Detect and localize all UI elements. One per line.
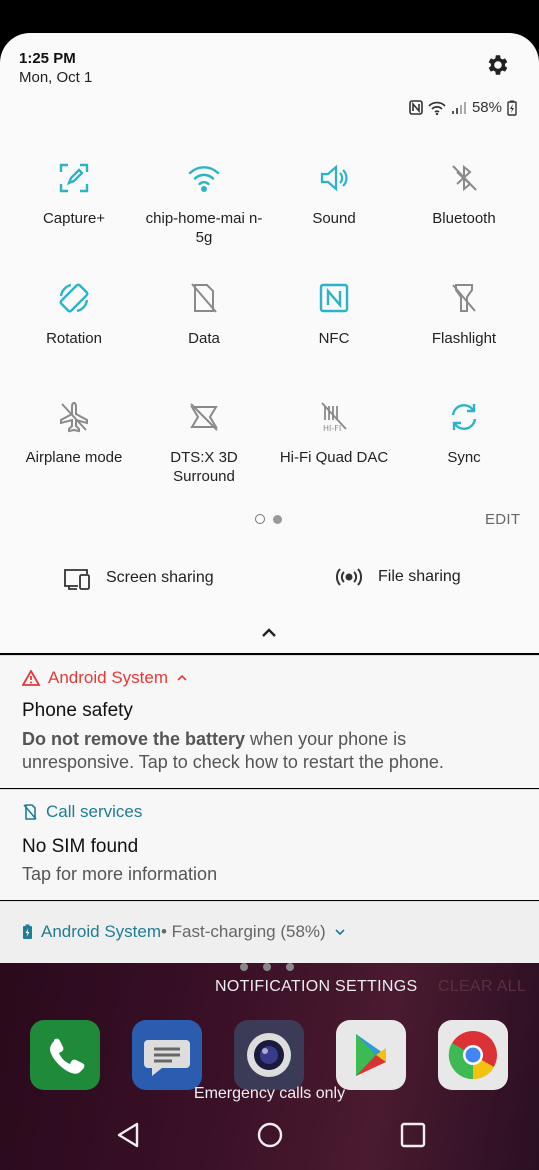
battery-charging-icon: [507, 100, 517, 116]
tile-airplane[interactable]: Airplane mode: [9, 400, 139, 467]
tile-sound[interactable]: Sound: [269, 161, 399, 228]
battery-charging-icon: [23, 924, 32, 939]
tile-bluetooth[interactable]: Bluetooth: [399, 161, 529, 228]
screen-sharing-icon: [64, 569, 90, 590]
no-sim-icon: [23, 804, 37, 820]
notification-body: Tap for more information: [22, 864, 218, 884]
tile-dtsx[interactable]: DTS:X 3D Surround: [139, 400, 269, 486]
notification-header: Android System • Fast-charging (58%): [22, 922, 346, 942]
emergency-calls-label: Emergency calls only: [193, 1085, 346, 1102]
camera-app-icon[interactable]: [234, 1020, 304, 1090]
notification-body: Do not remove the battery when your phon…: [22, 729, 444, 772]
nfc-status-icon: [409, 100, 423, 115]
clear-all-button[interactable]: CLEAR ALL: [438, 978, 526, 996]
phone-app-icon[interactable]: [30, 1020, 100, 1090]
messaging-app-icon[interactable]: [132, 1020, 202, 1090]
notification-title: No SIM found: [22, 836, 139, 857]
svg-text:HI-FI: HI-FI: [323, 424, 341, 433]
wifi-status-icon: [428, 101, 446, 115]
home-icon[interactable]: [256, 1121, 284, 1149]
dtsx-off-icon: [190, 403, 218, 431]
status-bar: 58%: [409, 99, 517, 116]
tile-hifi[interactable]: HI-FI Hi-Fi Quad DAC: [269, 400, 399, 467]
warning-icon: [22, 670, 40, 686]
file-sharing-icon: [336, 568, 362, 586]
file-sharing-button[interactable]: File sharing: [334, 566, 461, 588]
tile-rotation[interactable]: Rotation: [9, 281, 139, 348]
home-page-indicator: [240, 963, 294, 971]
nfc-icon: [319, 283, 349, 313]
edit-button[interactable]: EDIT: [485, 511, 520, 528]
notification-call-services[interactable]: Call services No SIM found Tap for more …: [0, 789, 539, 900]
hifi-off-icon: HI-FI: [321, 402, 347, 433]
signal-icon: [451, 101, 466, 114]
tile-flashlight[interactable]: Flashlight: [399, 281, 529, 348]
data-off-icon: [191, 283, 217, 313]
notification-header: Call services: [22, 802, 142, 822]
page-dot[interactable]: [273, 514, 282, 524]
notification-fast-charging[interactable]: Android System • Fast-charging (58%): [0, 901, 539, 963]
flashlight-off-icon: [452, 284, 476, 312]
tile-data[interactable]: Data: [139, 281, 269, 348]
home-screen: NOTIFICATION SETTINGS CLEAR ALL Emergenc…: [0, 963, 539, 1170]
sound-icon: [320, 164, 348, 192]
play-store-app-icon[interactable]: [336, 1020, 406, 1090]
gear-icon[interactable]: [484, 52, 510, 78]
capture-plus-icon: [59, 163, 89, 193]
clock: 1:25 PM: [19, 50, 76, 67]
wifi-icon: [188, 166, 220, 193]
bluetooth-off-icon: [452, 164, 477, 192]
airplane-off-icon: [60, 401, 88, 433]
chevron-up-icon[interactable]: [260, 627, 278, 639]
chevron-up-icon[interactable]: [176, 674, 188, 682]
rotation-icon: [59, 283, 89, 313]
page-indicator: [255, 514, 282, 524]
back-icon[interactable]: [115, 1121, 141, 1149]
screen-sharing-button[interactable]: Screen sharing: [62, 566, 214, 590]
date: Mon, Oct 1: [19, 69, 93, 86]
chrome-app-icon[interactable]: [438, 1020, 508, 1090]
notification-settings-button[interactable]: NOTIFICATION SETTINGS: [215, 978, 417, 996]
tile-capture-plus[interactable]: Capture+: [9, 161, 139, 228]
tile-nfc[interactable]: NFC: [269, 281, 399, 348]
notification-header: Android System: [22, 668, 188, 688]
chevron-down-icon[interactable]: [334, 928, 346, 936]
quick-settings-panel: 1:25 PM Mon, Oct 1 58% Capture+ chip-hom…: [0, 33, 539, 653]
recents-icon[interactable]: [400, 1121, 426, 1149]
sync-icon: [451, 404, 477, 430]
tile-sync[interactable]: Sync: [399, 400, 529, 467]
battery-percent: 58%: [471, 99, 502, 116]
notification-title: Phone safety: [22, 700, 133, 721]
page-dot-active[interactable]: [255, 514, 265, 524]
tile-wifi[interactable]: chip-home-mai n-5g: [139, 161, 269, 247]
notification-phone-safety[interactable]: Android System Phone safety Do not remov…: [0, 655, 539, 788]
